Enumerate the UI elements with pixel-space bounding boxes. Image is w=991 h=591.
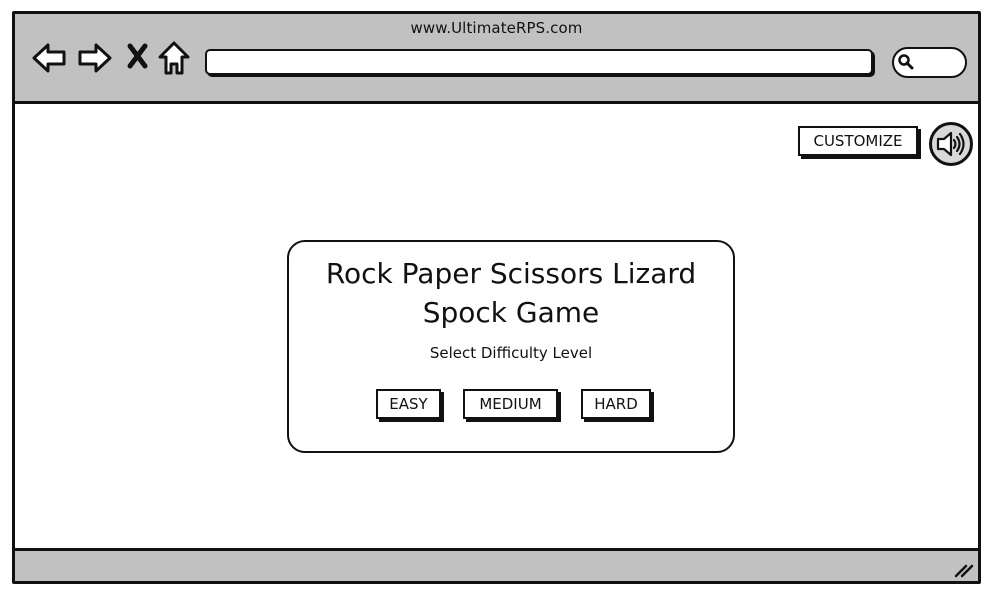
browser-toolbar: www.UltimateRPS.com — [15, 14, 978, 104]
home-icon[interactable] — [157, 40, 191, 76]
speaker-icon — [936, 131, 965, 157]
easy-button[interactable]: EASY — [376, 389, 441, 419]
medium-button[interactable]: MEDIUM — [463, 389, 558, 419]
page-content: CUSTOMIZE Rock Paper Scissors Lizard Spo… — [15, 104, 978, 548]
difficulty-panel: Rock Paper Scissors Lizard Spock Game Se… — [287, 240, 735, 453]
hard-button[interactable]: HARD — [581, 389, 651, 419]
browser-window: www.UltimateRPS.com CUSTOMIZE Rock Paper… — [12, 11, 981, 584]
address-bar[interactable] — [205, 49, 873, 75]
back-arrow-icon[interactable] — [31, 41, 67, 75]
close-x-icon[interactable] — [125, 42, 151, 70]
forward-arrow-icon[interactable] — [77, 41, 113, 75]
resize-grip-icon[interactable] — [952, 560, 974, 578]
page-url-title: www.UltimateRPS.com — [410, 19, 583, 37]
browser-status-bar — [15, 548, 978, 581]
game-title: Rock Paper Scissors Lizard Spock Game — [325, 257, 697, 329]
search-icon — [898, 54, 914, 70]
difficulty-prompt: Select Difficulty Level — [429, 344, 593, 362]
customize-button[interactable]: CUSTOMIZE — [798, 126, 918, 156]
sound-toggle-button[interactable] — [929, 122, 973, 166]
browser-search-box[interactable] — [892, 47, 967, 78]
